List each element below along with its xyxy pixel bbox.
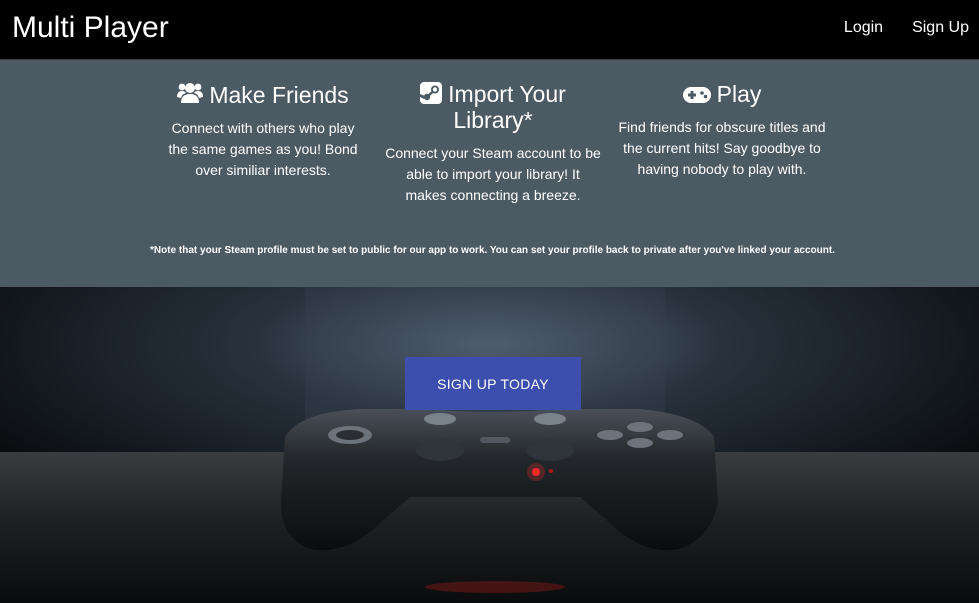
feature-description: Connect with others who play the same ga…: [168, 120, 358, 178]
feature-title: Import Your Library*: [384, 81, 602, 133]
features-section: Make Friends Connect with others who pla…: [0, 60, 979, 287]
login-link[interactable]: Login: [844, 19, 883, 37]
sign-up-today-button[interactable]: SIGN UP TODAY: [405, 357, 581, 410]
feature-play: Play Find friends for obscure titles and…: [618, 81, 826, 180]
brand-logo[interactable]: Multi Player: [12, 11, 169, 45]
steam-privacy-note: *Note that your Steam profile must be se…: [150, 245, 835, 256]
nav-links: Login Sign Up: [815, 19, 969, 37]
gamepad-icon: [682, 87, 711, 103]
users-icon: [177, 83, 204, 103]
hero-section: SIGN UP TODAY: [0, 287, 979, 603]
feature-title: Make Friends: [160, 81, 366, 108]
signup-link[interactable]: Sign Up: [912, 19, 969, 37]
feature-make-friends: Make Friends Connect with others who pla…: [160, 81, 366, 181]
feature-import-library: Import Your Library* Connect your Steam …: [384, 81, 602, 206]
game-controller-photo: [0, 287, 979, 603]
navbar: Multi Player Login Sign Up: [0, 0, 979, 60]
feature-title: Play: [618, 81, 826, 107]
steam-icon: [420, 82, 443, 104]
feature-description: Find friends for obscure titles and the …: [618, 119, 826, 177]
feature-description: Connect your Steam account to be able to…: [385, 145, 601, 203]
